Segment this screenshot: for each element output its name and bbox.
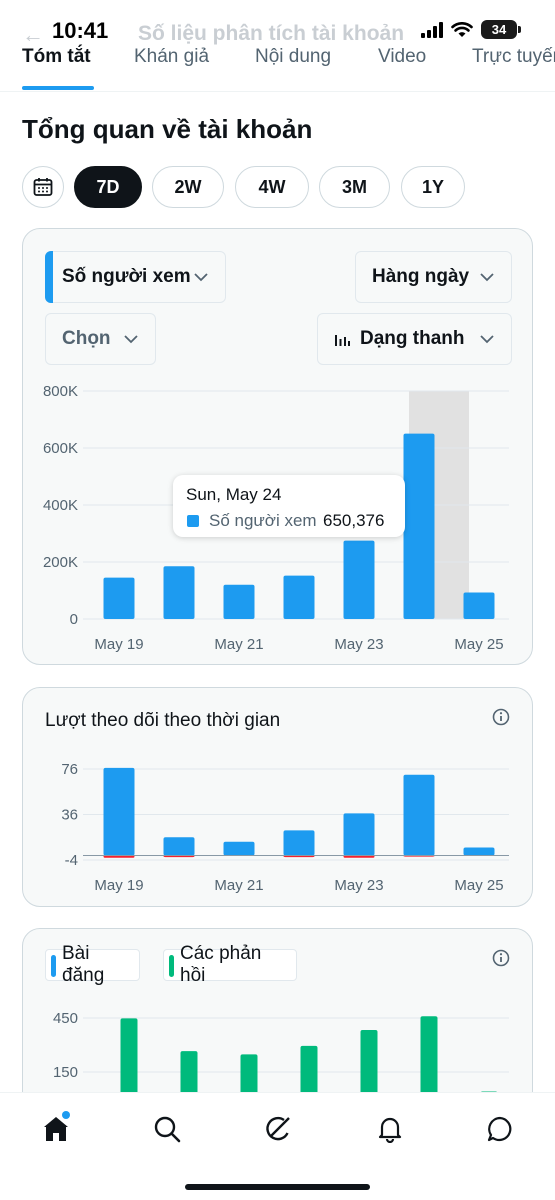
y-tick-label: -4: [65, 852, 78, 869]
range-1y-button[interactable]: 1Y: [401, 166, 465, 208]
x-tick-label: May 25: [454, 877, 503, 894]
battery-icon: 34: [481, 20, 521, 39]
tab-summary[interactable]: Tóm tắt: [22, 46, 91, 68]
tab-audience[interactable]: Khán giả: [134, 46, 209, 68]
y-tick-label: 400K: [43, 497, 78, 514]
y-tick-label: 150: [53, 1064, 78, 1081]
tooltip-swatch: [187, 515, 199, 527]
home-icon: [44, 1117, 68, 1141]
tooltip-series-name: Số người xem: [209, 511, 317, 530]
x-tick-label: May 21: [214, 877, 263, 894]
range-3m-button[interactable]: 3M: [319, 166, 390, 208]
range-7d-button[interactable]: 7D: [74, 166, 142, 208]
range-4w-button[interactable]: 4W: [235, 166, 309, 208]
x-tick-label: May 19: [94, 636, 143, 653]
x-tick-label: May 25: [454, 636, 503, 653]
viewers-card: Số người xem Hàng ngày Chọn Dạng thanh 8…: [22, 228, 533, 665]
search-icon: [154, 1116, 181, 1143]
bar-may-21: [223, 584, 255, 619]
tab-live[interactable]: Trực tuyến: [472, 46, 555, 68]
tab-content[interactable]: Nội dung: [255, 46, 331, 68]
chat-icon: [487, 1116, 512, 1142]
x-tick-label: May 23: [334, 877, 383, 894]
followers-card: Lượt theo dõi theo thời gian 76 36 -4 May 1…: [22, 687, 533, 907]
wifi-icon: [451, 21, 473, 37]
status-time: 10:41: [52, 18, 109, 43]
y-tick-label: 450: [53, 1010, 78, 1027]
grok-icon: [266, 1116, 290, 1141]
nav-notifications[interactable]: [370, 1109, 410, 1149]
followers-bar-chart: 76 36 -4 May 19 May 21 May 23 May 25: [61, 761, 509, 894]
range-2w-button[interactable]: 2W: [152, 166, 224, 208]
bell-icon: [378, 1117, 402, 1143]
y-tick-label: 600K: [43, 440, 78, 457]
bar-may-19: [103, 577, 135, 619]
home-indicator: [185, 1184, 370, 1190]
y-tick-label: 0: [70, 611, 78, 628]
calendar-icon: [33, 178, 53, 196]
bar-may-24: [403, 433, 435, 619]
calendar-button[interactable]: [22, 166, 64, 208]
bar-may-25: [463, 592, 495, 619]
x-tick-label: May 23: [334, 636, 383, 653]
x-tick-label: May 21: [214, 636, 263, 653]
nav-home-badge: [62, 1111, 70, 1119]
tab-video[interactable]: Video: [378, 46, 426, 68]
bar-may-22: [283, 575, 315, 619]
viewers-bar-chart: 800K 600K 400K 200K 0 May 19 May 21 May 23 May 2…: [43, 383, 509, 653]
y-tick-label: 800K: [43, 383, 78, 400]
gain-bar: [463, 847, 495, 856]
chart-tooltip: Sun, May 24 Số người xem 650,376: [173, 475, 405, 537]
active-tab-indicator: [22, 86, 94, 90]
gain-bar: [103, 767, 135, 856]
x-tick-label: May 19: [94, 877, 143, 894]
gain-bar: [283, 830, 315, 856]
y-tick-label: 36: [61, 807, 78, 824]
y-tick-label: 200K: [43, 554, 78, 571]
tooltip-date: Sun, May 24: [186, 485, 282, 504]
page-title: Tổng quan về tài khoản: [22, 114, 313, 144]
tooltip-value: 650,376: [323, 511, 385, 530]
y-tick-label: 76: [61, 761, 78, 778]
nav-grok[interactable]: [258, 1109, 298, 1149]
signal-icon: [421, 21, 443, 38]
nav-home[interactable]: [36, 1109, 76, 1149]
bar-may-23: [343, 540, 375, 619]
gain-bar: [403, 774, 435, 856]
nav-messages[interactable]: [480, 1109, 520, 1149]
gain-bar: [223, 841, 255, 856]
status-icons: 34: [421, 20, 521, 39]
bar-may-20: [163, 566, 195, 619]
gain-bar: [343, 813, 375, 856]
nav-search[interactable]: [147, 1109, 187, 1149]
analytics-tabs: Tóm tắt Khán giả Nội dung Video Trực tuy…: [0, 44, 555, 92]
gain-bar: [163, 837, 195, 856]
